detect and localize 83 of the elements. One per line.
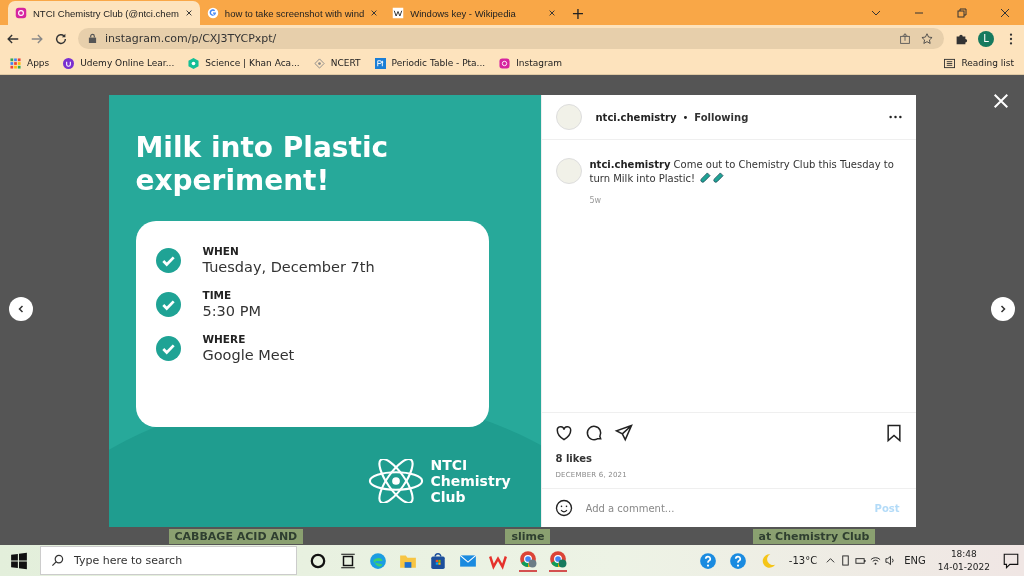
hexagon-icon bbox=[188, 57, 200, 69]
clock[interactable]: 18:48 14-01-2022 bbox=[937, 547, 990, 574]
post-title: Milk into Plastic experiment! bbox=[135, 131, 390, 197]
close-icon[interactable] bbox=[184, 9, 193, 17]
apps-grid-icon bbox=[10, 57, 21, 69]
browser-tab[interactable]: NTCI Chemistry Club (@ntci.chem bbox=[8, 1, 200, 25]
circle-icon[interactable] bbox=[309, 551, 327, 570]
bookmark-link[interactable]: Udemy Online Lear... bbox=[63, 57, 175, 69]
bookmark-link[interactable]: Periodic Table - Pta... bbox=[374, 57, 486, 69]
send-icon[interactable] bbox=[613, 423, 634, 443]
background-text: CABBAGE ACID AND bbox=[168, 529, 304, 544]
new-tab-button[interactable]: + bbox=[563, 1, 593, 25]
temperature-text[interactable]: -13°C bbox=[788, 555, 818, 566]
detail-label: TIME bbox=[202, 289, 233, 301]
wifi-icon[interactable] bbox=[870, 555, 882, 566]
periodic-table-icon bbox=[374, 57, 386, 69]
more-icon[interactable] bbox=[888, 115, 902, 119]
star-icon[interactable] bbox=[920, 31, 934, 46]
detail-value: 5:30 PM bbox=[202, 303, 261, 319]
reading-list-button[interactable]: Reading list bbox=[944, 57, 1014, 69]
reload-icon[interactable] bbox=[54, 31, 68, 46]
task-view-icon[interactable] bbox=[339, 551, 357, 570]
battery-icon[interactable] bbox=[855, 555, 867, 566]
check-icon bbox=[155, 291, 181, 317]
restore-icon[interactable] bbox=[956, 7, 968, 19]
diamond-icon bbox=[313, 57, 325, 69]
club-name: NTCI Chemistry Club bbox=[430, 457, 511, 505]
help-icon[interactable] bbox=[698, 551, 717, 570]
bookmark-link[interactable]: Apps bbox=[10, 57, 50, 69]
lock-icon bbox=[88, 33, 97, 44]
speaker-icon[interactable] bbox=[885, 555, 897, 566]
browser-tab[interactable]: Windows key - Wikipedia bbox=[385, 1, 564, 25]
notification-icon[interactable] bbox=[1002, 551, 1020, 570]
reading-list-icon bbox=[944, 57, 956, 69]
detail-label: WHERE bbox=[202, 333, 247, 345]
store-icon[interactable] bbox=[429, 551, 447, 570]
device-icon[interactable] bbox=[840, 555, 852, 566]
share-icon[interactable] bbox=[898, 31, 912, 46]
bookmark-link[interactable]: NCERT bbox=[313, 57, 361, 69]
emoji-icon[interactable] bbox=[553, 498, 574, 518]
chevron-left-icon bbox=[16, 304, 26, 314]
bookmark-link[interactable]: Science | Khan Aca... bbox=[188, 57, 300, 69]
udemy-icon bbox=[63, 57, 75, 69]
detail-value: Tuesday, December 7th bbox=[202, 259, 375, 275]
taskbar-search-field[interactable]: Type here to search bbox=[40, 546, 297, 575]
instagram-icon bbox=[499, 57, 511, 69]
browser-tab[interactable]: how to take screenshot with wind bbox=[199, 1, 386, 25]
close-icon[interactable] bbox=[370, 9, 379, 17]
google-icon bbox=[206, 7, 219, 19]
close-icon[interactable] bbox=[999, 7, 1011, 19]
caption-text: ntci.chemistry Come out to Chemistry Club this Tuesday to turn Milk into Plastic! bbox=[589, 158, 895, 186]
windows-icon[interactable] bbox=[10, 551, 28, 570]
test-tube-icon bbox=[713, 172, 725, 183]
chevron-right-icon bbox=[998, 304, 1008, 314]
previous-button[interactable] bbox=[9, 297, 33, 321]
atom-icon bbox=[366, 459, 425, 503]
background-text: at Chemistry Club bbox=[752, 529, 876, 544]
address-bar[interactable]: instagram.com/p/CXJ3TYCPxpt/ bbox=[78, 28, 944, 49]
check-icon bbox=[155, 247, 181, 273]
bookmark-link[interactable]: Instagram bbox=[499, 57, 562, 69]
username-link[interactable]: ntci.chemistry bbox=[595, 111, 677, 123]
profile-avatar[interactable]: L bbox=[978, 30, 994, 47]
close-icon[interactable] bbox=[548, 9, 557, 17]
detail-label: WHEN bbox=[202, 245, 240, 257]
search-icon bbox=[51, 554, 64, 567]
separator-dot: • bbox=[682, 111, 689, 123]
chrome-icon[interactable] bbox=[519, 549, 537, 572]
caret-icon[interactable] bbox=[825, 555, 837, 566]
help-icon[interactable] bbox=[728, 551, 747, 570]
instagram-icon bbox=[15, 7, 27, 19]
likes-count[interactable]: 8 likes bbox=[541, 449, 916, 464]
next-button[interactable] bbox=[991, 297, 1015, 321]
post-age: 5w bbox=[589, 196, 603, 205]
edge-icon[interactable] bbox=[369, 551, 387, 570]
test-tube-icon bbox=[700, 172, 712, 183]
wikipedia-icon bbox=[392, 7, 405, 19]
language-indicator[interactable]: ENG bbox=[904, 555, 926, 566]
background-text: slime bbox=[505, 529, 551, 544]
following-button[interactable]: Following bbox=[694, 111, 749, 123]
check-icon bbox=[155, 335, 181, 361]
detail-value: Google Meet bbox=[202, 347, 295, 363]
chrome-icon[interactable] bbox=[549, 549, 567, 572]
username-link[interactable]: ntci.chemistry bbox=[589, 159, 671, 170]
